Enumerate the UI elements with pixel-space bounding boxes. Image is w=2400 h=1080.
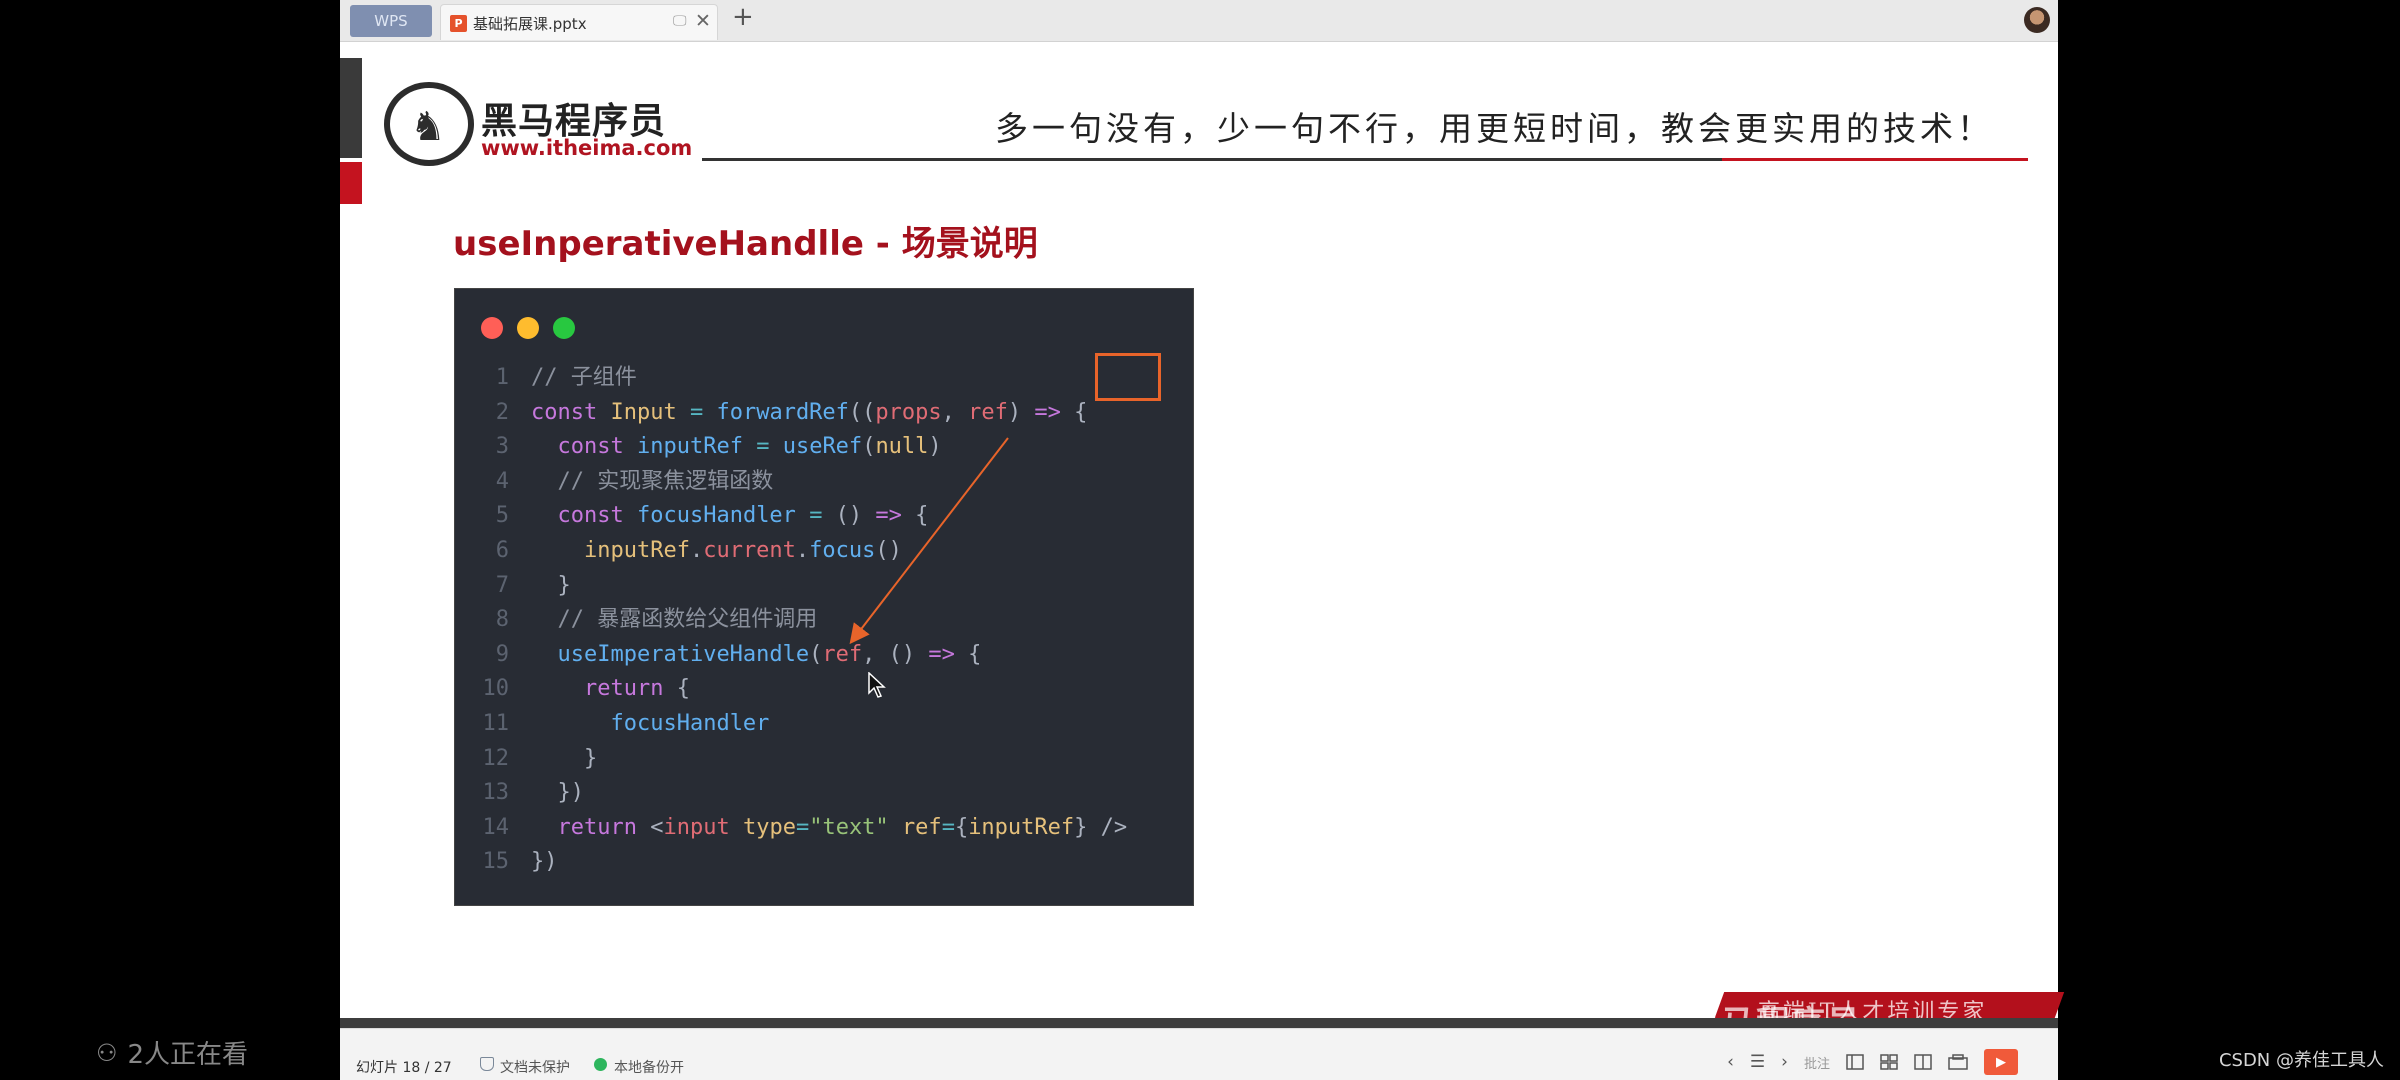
backup-status[interactable]: 本地备份开 <box>614 1057 684 1077</box>
new-tab-button[interactable]: + <box>732 2 754 32</box>
slogan-underline <box>702 158 1722 161</box>
avatar[interactable] <box>2024 7 2050 33</box>
slogan-underline-accent <box>1722 158 2028 161</box>
close-tab-icon[interactable]: ✕ <box>695 10 711 32</box>
code-line: 12 } <box>455 742 1195 777</box>
grid-view-icon[interactable] <box>1880 1054 1898 1070</box>
line-number: 13 <box>482 780 510 806</box>
line-number: 11 <box>482 710 510 736</box>
live-viewers: ⚇ 2人正在看 <box>96 1034 248 1071</box>
line-number: 15 <box>482 849 510 875</box>
code-text: }) <box>531 849 558 875</box>
logo-url: www.itheima.com <box>481 136 693 160</box>
reading-view-icon[interactable] <box>1914 1054 1932 1070</box>
code-line: 4 // 实现聚焦逻辑函数 <box>455 465 1195 500</box>
play-slideshow-button[interactable]: ▶ <box>1984 1049 2018 1075</box>
next-slide-button[interactable]: › <box>1781 1052 1788 1072</box>
code-text: const inputRef = useRef(null) <box>557 434 942 460</box>
code-line: 3 const inputRef = useRef(null) <box>455 430 1195 465</box>
horizontal-scrollbar[interactable] <box>340 1018 2058 1028</box>
presenter-icon[interactable] <box>1948 1054 1968 1070</box>
line-number: 1 <box>495 365 509 390</box>
ref-highlight-box <box>1095 353 1161 401</box>
line-number: 10 <box>482 676 510 702</box>
logo-horse-icon: ♞ <box>384 82 474 166</box>
viewers-count: 2人正在看 <box>127 1040 249 1070</box>
code-block: 1 // 子组件 2 const Input = forwardRef((props,… <box>455 361 1195 880</box>
slide-canvas: ♞ 黑马程序员 www.itheima.com 多一句没有，少一句不行，用更短时… <box>340 58 2065 1044</box>
code-line: 5 const focusHandler = () => { <box>455 499 1195 534</box>
viewers-icon: ⚇ <box>96 1038 118 1067</box>
code-line: 9 useImperativeHandle(ref, () => { <box>455 638 1195 673</box>
tab-document-title: 基础拓展课.pptx <box>473 15 587 33</box>
code-text: useImperativeHandle(ref, () => { <box>557 641 982 667</box>
code-line: 11 focusHandler <box>455 707 1195 742</box>
line-number: 14 <box>482 814 510 840</box>
code-text: return { <box>583 676 690 702</box>
code-line: 13 }) <box>455 776 1195 811</box>
backup-status-icon <box>594 1058 607 1071</box>
prev-slide-button[interactable]: ‹ <box>1727 1052 1734 1072</box>
window-close-dot-icon <box>481 317 503 339</box>
decor-bar-red <box>340 162 362 204</box>
code-text: } <box>531 745 598 771</box>
line-number: 9 <box>495 641 509 667</box>
mouse-cursor-icon <box>868 672 886 698</box>
code-window: 1 // 子组件 2 const Input = forwardRef((props,… <box>454 288 1194 906</box>
protect-status[interactable]: 文档未保护 <box>500 1057 570 1077</box>
line-number: 2 <box>495 399 509 425</box>
code-text: const Input = forwardRef((props, ref) =>… <box>531 399 1088 425</box>
slide-title: useInperativeHandlle - 场景说明 <box>453 224 1038 264</box>
monitor-icon[interactable]: 🖵 <box>673 13 687 29</box>
line-number: 5 <box>495 503 509 529</box>
horse-glyph: ♞ <box>410 104 446 150</box>
line-number: 6 <box>495 537 509 563</box>
code-text: inputRef.current.focus() <box>583 537 902 563</box>
code-text: const focusHandler = () => { <box>557 503 929 529</box>
normal-view-icon[interactable] <box>1846 1054 1864 1070</box>
shield-icon <box>480 1057 494 1071</box>
wps-window: WPS P 基础拓展课.pptx 🖵 ✕ + ♞ 黑马程序员 www.ithei… <box>340 0 2065 1080</box>
code-text: return <input type="text" ref={inputRef}… <box>557 814 1128 840</box>
code-text: }) <box>531 780 584 806</box>
code-text: // 实现聚焦逻辑函数 <box>557 468 774 494</box>
code-line: 6 inputRef.current.focus() <box>455 534 1195 569</box>
slide-counter: 幻灯片 18 / 27 <box>356 1060 452 1076</box>
code-line: 1 // 子组件 <box>455 361 1195 396</box>
code-text: // 暴露函数给父组件调用 <box>557 607 818 633</box>
status-bar: 幻灯片 18 / 27 文档未保护 本地备份开 ‹ ☰ › 批注 ▶ <box>340 1028 2058 1080</box>
view-controls: ‹ ☰ › 批注 ▶ <box>1727 1047 2018 1077</box>
ppt-file-icon: P <box>450 15 467 32</box>
code-line: 8 // 暴露函数给父组件调用 <box>455 603 1195 638</box>
slogan: 多一句没有，少一句不行，用更短时间，教会更实用的技术！ <box>995 109 1994 148</box>
code-line: 14 return <input type="text" ref={inputR… <box>455 811 1195 846</box>
tab-bar: WPS P 基础拓展课.pptx 🖵 ✕ + <box>340 0 2058 42</box>
code-line: 7 } <box>455 569 1195 604</box>
window-minimize-dot-icon <box>517 317 539 339</box>
line-number: 7 <box>495 572 509 598</box>
code-text: // 子组件 <box>531 365 637 390</box>
decor-bar-dark <box>340 58 362 158</box>
tab-document[interactable]: P 基础拓展课.pptx 🖵 ✕ <box>440 4 718 40</box>
line-number: 4 <box>495 468 509 494</box>
line-number: 3 <box>495 434 509 460</box>
csdn-watermark: CSDN @养佳工具人 <box>2218 1050 2384 1071</box>
code-line: 15}) <box>455 845 1195 880</box>
line-number: 8 <box>495 607 509 633</box>
code-line: 10 return { <box>455 672 1195 707</box>
window-maximize-dot-icon <box>553 317 575 339</box>
outline-icon[interactable]: ☰ <box>1750 1052 1765 1072</box>
code-line: 2 const Input = forwardRef((props, ref) =… <box>455 396 1195 431</box>
line-number: 12 <box>482 745 510 771</box>
code-text: } <box>531 572 571 598</box>
tab-wps-home[interactable]: WPS <box>350 5 432 37</box>
comment-button[interactable]: 批注 <box>1804 1053 1830 1072</box>
code-text: focusHandler <box>610 710 770 736</box>
